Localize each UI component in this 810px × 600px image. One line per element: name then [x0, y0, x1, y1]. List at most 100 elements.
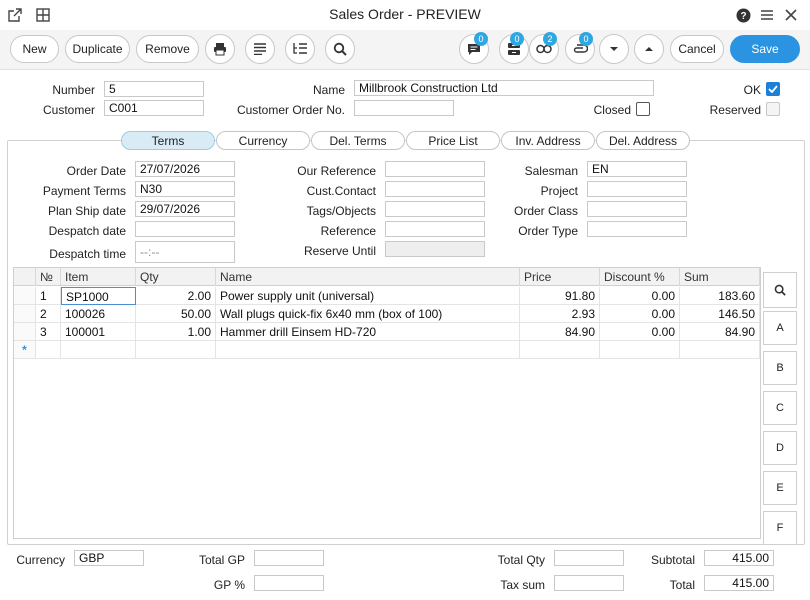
- column-set-e-button[interactable]: E: [763, 471, 797, 505]
- reserved-checkbox[interactable]: [766, 102, 780, 116]
- tab-del-address[interactable]: Del. Address: [596, 131, 690, 150]
- grid-header-no: №: [36, 268, 61, 286]
- tab-price-list[interactable]: Price List: [406, 131, 500, 150]
- table-cell-item[interactable]: SP1000: [61, 287, 136, 305]
- cancel-button[interactable]: Cancel: [670, 35, 724, 63]
- order-date-field[interactable]: 27/07/2026: [135, 161, 235, 177]
- table-cell-sum[interactable]: 84.90: [680, 323, 760, 341]
- despatch-date-field[interactable]: [135, 221, 235, 237]
- new-row-marker[interactable]: *: [14, 341, 36, 359]
- reserved-label: Reserved: [709, 103, 761, 117]
- next-record-button[interactable]: [599, 34, 629, 64]
- table-cell-sum[interactable]: [680, 341, 760, 359]
- payment-terms-field[interactable]: N30: [135, 181, 235, 197]
- grid-header-price: Price: [520, 268, 600, 286]
- table-cell-qty[interactable]: [136, 341, 216, 359]
- ok-checkbox[interactable]: [766, 82, 780, 96]
- project-label: Project: [540, 184, 578, 198]
- table-cell-sum[interactable]: 146.50: [680, 305, 760, 323]
- cust-contact-field[interactable]: [385, 181, 485, 197]
- our-reference-field[interactable]: [385, 161, 485, 177]
- caret-up-icon: [645, 47, 653, 51]
- plan-ship-date-field[interactable]: 29/07/2026: [135, 201, 235, 217]
- column-set-d-button[interactable]: D: [763, 431, 797, 465]
- table-cell-qty[interactable]: 2.00: [136, 287, 216, 305]
- previous-record-button[interactable]: [634, 34, 664, 64]
- table-cell-discount[interactable]: [600, 341, 680, 359]
- table-cell-qty[interactable]: 50.00: [136, 305, 216, 323]
- table-cell-discount[interactable]: 0.00: [600, 287, 680, 305]
- table-cell-name[interactable]: [216, 341, 520, 359]
- currency-field[interactable]: GBP: [74, 550, 144, 566]
- new-button[interactable]: New: [10, 35, 59, 63]
- table-cell-price[interactable]: [520, 341, 600, 359]
- reference-field[interactable]: [385, 221, 485, 237]
- table-cell-name[interactable]: Power supply unit (universal): [216, 287, 520, 305]
- row-handle[interactable]: [14, 323, 36, 341]
- text-button[interactable]: [245, 34, 275, 64]
- grid-header-name: Name: [216, 268, 520, 286]
- customer-order-field[interactable]: [354, 100, 454, 116]
- table-cell-item[interactable]: [61, 341, 136, 359]
- tab-inv-address[interactable]: Inv. Address: [501, 131, 595, 150]
- close-icon[interactable]: [782, 6, 800, 24]
- duplicate-button[interactable]: Duplicate: [65, 35, 130, 63]
- svg-text:?: ?: [740, 11, 746, 22]
- row-handle[interactable]: [14, 305, 36, 323]
- total-gp-field: [254, 550, 324, 566]
- number-field[interactable]: 5: [104, 81, 204, 97]
- lines-icon: [254, 43, 266, 55]
- table-cell-price[interactable]: 84.90: [520, 323, 600, 341]
- tags-objects-field[interactable]: [385, 201, 485, 217]
- salesman-field[interactable]: EN: [587, 161, 687, 177]
- table-cell-discount[interactable]: 0.00: [600, 305, 680, 323]
- table-cell-qty[interactable]: 1.00: [136, 323, 216, 341]
- total-gp-label: Total GP: [198, 553, 245, 567]
- gp-percent-label: GP %: [213, 578, 245, 592]
- total-qty-label: Total Qty: [497, 553, 545, 567]
- help-icon[interactable]: ?: [734, 6, 752, 24]
- closed-label: Closed: [593, 103, 631, 117]
- print-button[interactable]: [205, 34, 235, 64]
- order-type-field[interactable]: [587, 221, 687, 237]
- column-set-a-button[interactable]: A: [763, 311, 797, 345]
- grid-search-button[interactable]: [763, 272, 797, 308]
- table-cell-price[interactable]: 91.80: [520, 287, 600, 305]
- menu-icon[interactable]: [758, 6, 776, 24]
- table-cell-name[interactable]: Wall plugs quick-fix 6x40 mm (box of 100…: [216, 305, 520, 323]
- table-cell-sum[interactable]: 183.60: [680, 287, 760, 305]
- currency-label: Currency: [16, 553, 65, 567]
- structure-button[interactable]: [285, 34, 315, 64]
- title-bar: Sales Order - PREVIEW ?: [0, 0, 810, 30]
- table-cell-name[interactable]: Hammer drill Einsem HD-720: [216, 323, 520, 341]
- customer-field[interactable]: C001: [104, 100, 204, 116]
- number-label: Number: [52, 83, 95, 97]
- despatch-date-label: Despatch date: [48, 224, 126, 238]
- closed-checkbox[interactable]: [636, 102, 650, 116]
- subtotal-label: Subtotal: [650, 553, 695, 567]
- save-button[interactable]: Save: [730, 35, 800, 63]
- column-set-b-button[interactable]: B: [763, 351, 797, 385]
- tab-currency[interactable]: Currency: [216, 131, 310, 150]
- table-cell-item[interactable]: 100001: [61, 323, 136, 341]
- name-field[interactable]: Millbrook Construction Ltd: [354, 80, 654, 96]
- remove-button[interactable]: Remove: [136, 35, 199, 63]
- row-handle[interactable]: [14, 287, 36, 305]
- printer-icon: [214, 43, 226, 56]
- table-cell-price[interactable]: 2.93: [520, 305, 600, 323]
- table-cell-discount[interactable]: 0.00: [600, 323, 680, 341]
- tab-terms[interactable]: Terms: [121, 131, 215, 150]
- table-cell-item[interactable]: 100026: [61, 305, 136, 323]
- tab-del-terms[interactable]: Del. Terms: [311, 131, 405, 150]
- project-field[interactable]: [587, 181, 687, 197]
- order-class-field[interactable]: [587, 201, 687, 217]
- column-set-c-button[interactable]: C: [763, 391, 797, 425]
- customer-label: Customer: [42, 103, 95, 117]
- subtotal-field: 415.00: [704, 550, 774, 566]
- despatch-time-field[interactable]: --:--: [135, 241, 235, 263]
- search-button[interactable]: [325, 34, 355, 64]
- grid-header-handle: [14, 268, 36, 286]
- despatch-time-label: Despatch time: [49, 247, 126, 261]
- tags-objects-label: Tags/Objects: [306, 204, 376, 218]
- column-set-f-button[interactable]: F: [763, 511, 797, 545]
